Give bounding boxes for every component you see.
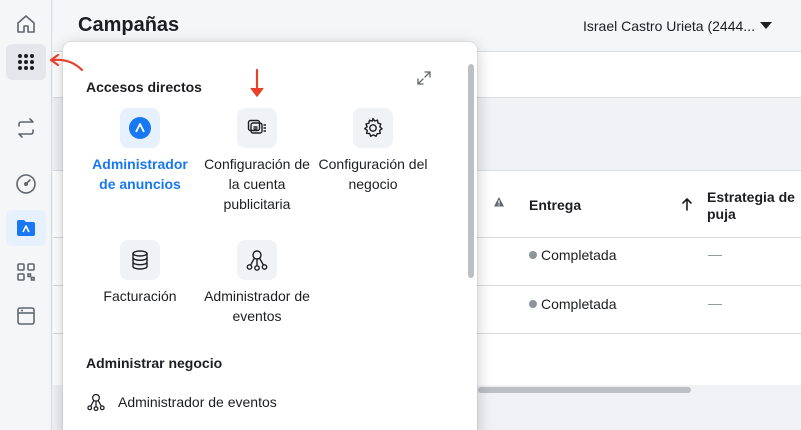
expand-icon[interactable] <box>416 70 432 86</box>
status-dot <box>529 300 537 308</box>
home-icon[interactable] <box>6 6 46 42</box>
annotation-arrow-icon <box>49 53 84 72</box>
shortcut-ads-manager[interactable]: Administrador de anuncios <box>84 108 196 194</box>
browser-window-icon[interactable] <box>6 298 46 334</box>
dashboard-gauge-icon[interactable] <box>6 166 46 202</box>
left-nav-rail <box>0 0 52 430</box>
events-manager-icon <box>86 392 106 412</box>
shortcuts-title: Accesos directos <box>86 79 202 95</box>
horizontal-scrollbar[interactable] <box>478 387 691 393</box>
gear-icon <box>353 108 393 148</box>
qr-code-icon[interactable] <box>6 254 46 290</box>
shortcut-ad-account-settings[interactable]: Configuración de la cuenta publicitaria <box>201 108 313 214</box>
vertical-scrollbar[interactable] <box>468 64 474 278</box>
all-tools-icon[interactable] <box>6 44 46 80</box>
shortcut-events-manager[interactable]: Administrador de eventos <box>201 240 313 326</box>
billing-icon <box>120 240 160 280</box>
account-selector-label[interactable]: Israel Castro Urieta (2444... <box>583 18 755 34</box>
switch-icon[interactable] <box>6 110 46 146</box>
shortcut-business-settings[interactable]: Configuración del negocio <box>317 108 429 194</box>
shortcut-label: Facturación <box>103 288 177 304</box>
shortcut-label: Configuración de la cuenta publicitaria <box>204 156 310 212</box>
shortcut-label: Configuración del negocio <box>318 156 428 192</box>
status-text: Completada <box>541 247 617 263</box>
delivery-status: Completada <box>529 247 617 263</box>
ads-manager-icon <box>120 108 160 148</box>
events-manager-icon <box>237 240 277 280</box>
status-text: Completada <box>541 296 617 312</box>
column-header-bid-strategy[interactable]: Estrategia de puja <box>707 189 801 223</box>
manage-item-label: Administrador de eventos <box>118 394 277 410</box>
warning-icon <box>494 197 504 207</box>
column-header-delivery[interactable]: Entrega <box>529 197 581 213</box>
chevron-down-icon[interactable] <box>760 22 772 29</box>
ad-account-settings-icon <box>237 108 277 148</box>
bid-strategy-value: — <box>708 295 722 311</box>
all-tools-popover: Accesos directos Administrador de anunci… <box>63 42 477 430</box>
ads-folder-icon[interactable] <box>6 210 46 246</box>
manage-item-events-manager[interactable]: Administrador de eventos <box>86 392 277 412</box>
shortcut-label: Administrador de anuncios <box>92 156 188 192</box>
delivery-status: Completada <box>529 296 617 312</box>
annotation-arrow-icon <box>250 68 264 97</box>
manage-business-title: Administrar negocio <box>86 355 223 371</box>
sort-ascending-icon[interactable] <box>681 197 693 211</box>
bid-strategy-value: — <box>708 246 722 262</box>
status-dot <box>529 251 537 259</box>
page-title: Campañas <box>78 14 180 36</box>
shortcut-billing[interactable]: Facturación <box>84 240 196 306</box>
shortcut-label: Administrador de eventos <box>204 288 310 324</box>
